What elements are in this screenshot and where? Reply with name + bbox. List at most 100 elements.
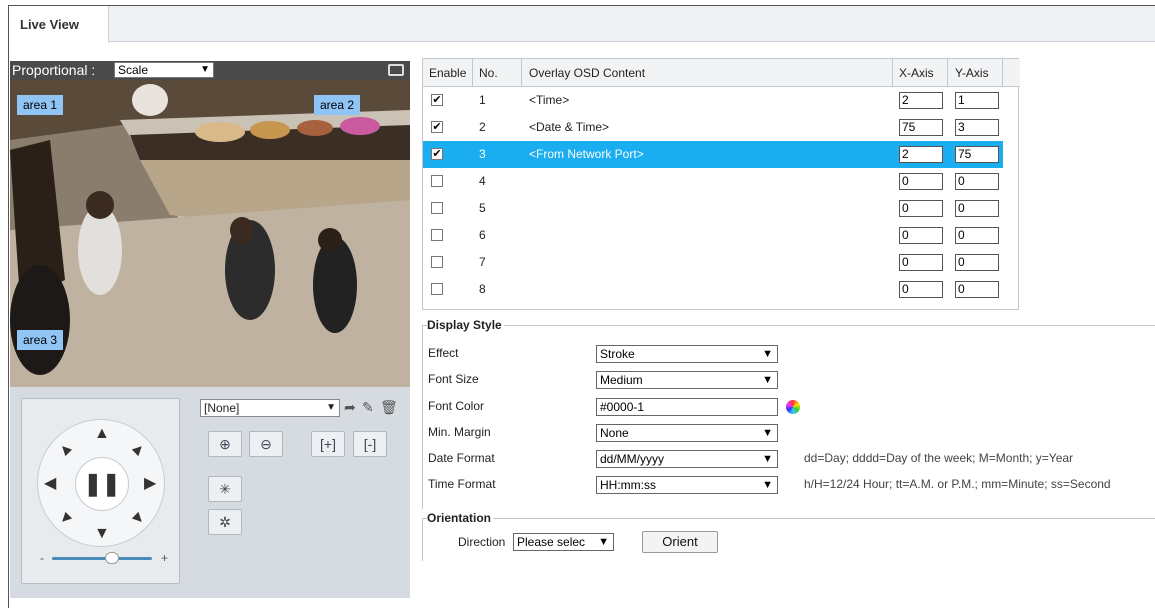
enable-checkbox[interactable] (431, 229, 443, 241)
focus-far-button[interactable]: [-] (353, 431, 387, 457)
arrow-left-icon[interactable]: ◀ (44, 476, 56, 492)
min-margin-select[interactable]: None ▼ (596, 424, 778, 442)
table-row[interactable]: 7 0 0 (423, 249, 1020, 276)
enable-checkbox[interactable] (431, 175, 443, 187)
pause-button[interactable]: ❚❚ (75, 457, 129, 511)
osd-content: <From Network Port> (529, 147, 644, 161)
table-row[interactable]: 4 0 0 (423, 168, 1020, 195)
zoom-out-icon: ⊖ (260, 436, 272, 452)
y-axis-input[interactable]: 0 (955, 254, 999, 271)
y-axis-input[interactable]: 0 (955, 200, 999, 217)
edit-preset-icon[interactable]: ✎ (362, 399, 374, 416)
time-format-label: Time Format (428, 477, 496, 491)
table-row[interactable]: 5 0 0 (423, 195, 1020, 222)
orient-button[interactable]: Orient (642, 531, 718, 553)
row-number: 2 (479, 120, 486, 134)
enable-checkbox[interactable]: ✔ (431, 121, 443, 133)
enable-checkbox[interactable] (431, 283, 443, 295)
date-format-label: Date Format (428, 451, 495, 465)
area-2-label: area 2 (314, 95, 361, 115)
table-row[interactable]: 8 0 0 (423, 276, 1020, 303)
y-axis-input[interactable]: 3 (955, 119, 999, 136)
zoom-in-icon: ⊕ (219, 436, 231, 452)
focus-near-button[interactable]: [+] (311, 431, 345, 457)
y-axis-input[interactable]: 0 (955, 227, 999, 244)
chevron-down-icon: ▼ (762, 479, 773, 491)
x-axis-input[interactable]: 0 (899, 173, 943, 190)
fullscreen-icon[interactable] (388, 64, 404, 76)
y-axis-input[interactable]: 0 (955, 281, 999, 298)
table-row[interactable]: ✔ 2 <Date & Time> 75 3 (423, 114, 1020, 141)
x-axis-input[interactable]: 75 (899, 119, 943, 136)
y-axis-input[interactable]: 75 (955, 146, 999, 163)
font-size-label: Font Size (428, 372, 479, 386)
effect-value: Stroke (600, 347, 635, 361)
min-margin-label: Min. Margin (428, 425, 491, 439)
arrow-down-left-icon[interactable]: ▲ (54, 507, 77, 530)
direction-label: Direction (458, 535, 506, 549)
proportional-label: Proportional : (12, 62, 96, 78)
x-axis-input[interactable]: 0 (899, 254, 943, 271)
y-axis-input[interactable]: 1 (955, 92, 999, 109)
wiper-button[interactable]: ✲ (208, 509, 242, 535)
enable-checkbox[interactable] (431, 202, 443, 214)
x-axis-input[interactable]: 0 (899, 227, 943, 244)
chevron-down-icon: ▼ (598, 536, 609, 548)
x-axis-input[interactable]: 2 (899, 92, 943, 109)
wiper-icon: ✲ (219, 514, 231, 530)
y-axis-input[interactable]: 0 (955, 173, 999, 190)
slider-knob[interactable] (105, 552, 119, 564)
enable-checkbox[interactable]: ✔ (431, 148, 443, 160)
x-axis-input[interactable]: 0 (899, 200, 943, 217)
video-panel: Proportional : Scale ▼ area 1 area 2 are… (10, 61, 410, 598)
main-frame: Live View Proportional : Scale ▼ area 1 … (8, 5, 1155, 608)
tab-live-view[interactable]: Live View (9, 6, 109, 43)
focus-far-icon: [-] (363, 436, 377, 452)
row-number: 6 (479, 228, 486, 242)
table-row-selected[interactable]: ✔ 3 <From Network Port> 2 75 (423, 141, 1003, 168)
light-button[interactable]: ✳ (208, 476, 242, 502)
chevron-down-icon: ▼ (200, 64, 210, 75)
font-color-input[interactable]: #0000-1 (596, 398, 778, 416)
osd-table: Enable No. Overlay OSD Content X-Axis Y-… (422, 58, 1020, 310)
column-divider (1002, 59, 1003, 87)
arrow-right-icon[interactable]: ▶ (144, 476, 156, 492)
column-divider (892, 59, 893, 87)
arrow-up-right-icon[interactable]: ▲ (127, 438, 150, 461)
go-to-preset-icon[interactable]: ➦ (344, 399, 356, 416)
live-video[interactable]: area 1 area 2 area 3 (10, 80, 410, 387)
color-picker-icon[interactable] (786, 400, 800, 414)
table-row[interactable]: ✔ 1 <Time> 2 1 (423, 87, 1020, 114)
preset-select[interactable]: [None] ▼ (200, 399, 340, 417)
table-row[interactable]: 6 0 0 (423, 222, 1020, 249)
font-color-label: Font Color (428, 399, 485, 413)
arrow-down-right-icon[interactable]: ▲ (127, 507, 150, 530)
zoom-speed-slider[interactable]: - + (40, 551, 168, 565)
light-icon: ✳ (219, 481, 231, 497)
zoom-out-button[interactable]: ⊖ (249, 431, 283, 457)
effect-select[interactable]: Stroke ▼ (596, 345, 778, 363)
osd-content: <Date & Time> (529, 120, 610, 134)
focus-near-icon: [+] (320, 436, 336, 452)
date-format-select[interactable]: dd/MM/yyyy ▼ (596, 450, 778, 468)
arrow-down-icon[interactable]: ▼ (94, 526, 110, 542)
zoom-in-button[interactable]: ⊕ (208, 431, 242, 457)
x-axis-input[interactable]: 0 (899, 281, 943, 298)
row-number: 1 (479, 93, 486, 107)
font-size-select[interactable]: Medium ▼ (596, 371, 778, 389)
delete-preset-icon[interactable]: 🗑 (380, 399, 398, 416)
osd-table-header: Enable No. Overlay OSD Content X-Axis Y-… (423, 59, 1020, 87)
arrow-up-icon[interactable]: ▲ (94, 426, 110, 442)
x-axis-input[interactable]: 2 (899, 146, 943, 163)
arrow-up-left-icon[interactable]: ▲ (54, 438, 77, 461)
time-format-select[interactable]: HH:mm:ss ▼ (596, 476, 778, 494)
chevron-down-icon: ▼ (762, 453, 773, 465)
slider-track (52, 557, 152, 560)
date-format-value: dd/MM/yyyy (600, 452, 665, 466)
scale-select[interactable]: Scale ▼ (114, 62, 214, 78)
time-format-hint: h/H=12/24 Hour; tt=A.M. or P.M.; mm=Minu… (804, 477, 1111, 491)
direction-select[interactable]: Please selec ▼ (513, 533, 614, 551)
enable-checkbox[interactable] (431, 256, 443, 268)
enable-checkbox[interactable]: ✔ (431, 94, 443, 106)
min-margin-value: None (600, 426, 629, 440)
